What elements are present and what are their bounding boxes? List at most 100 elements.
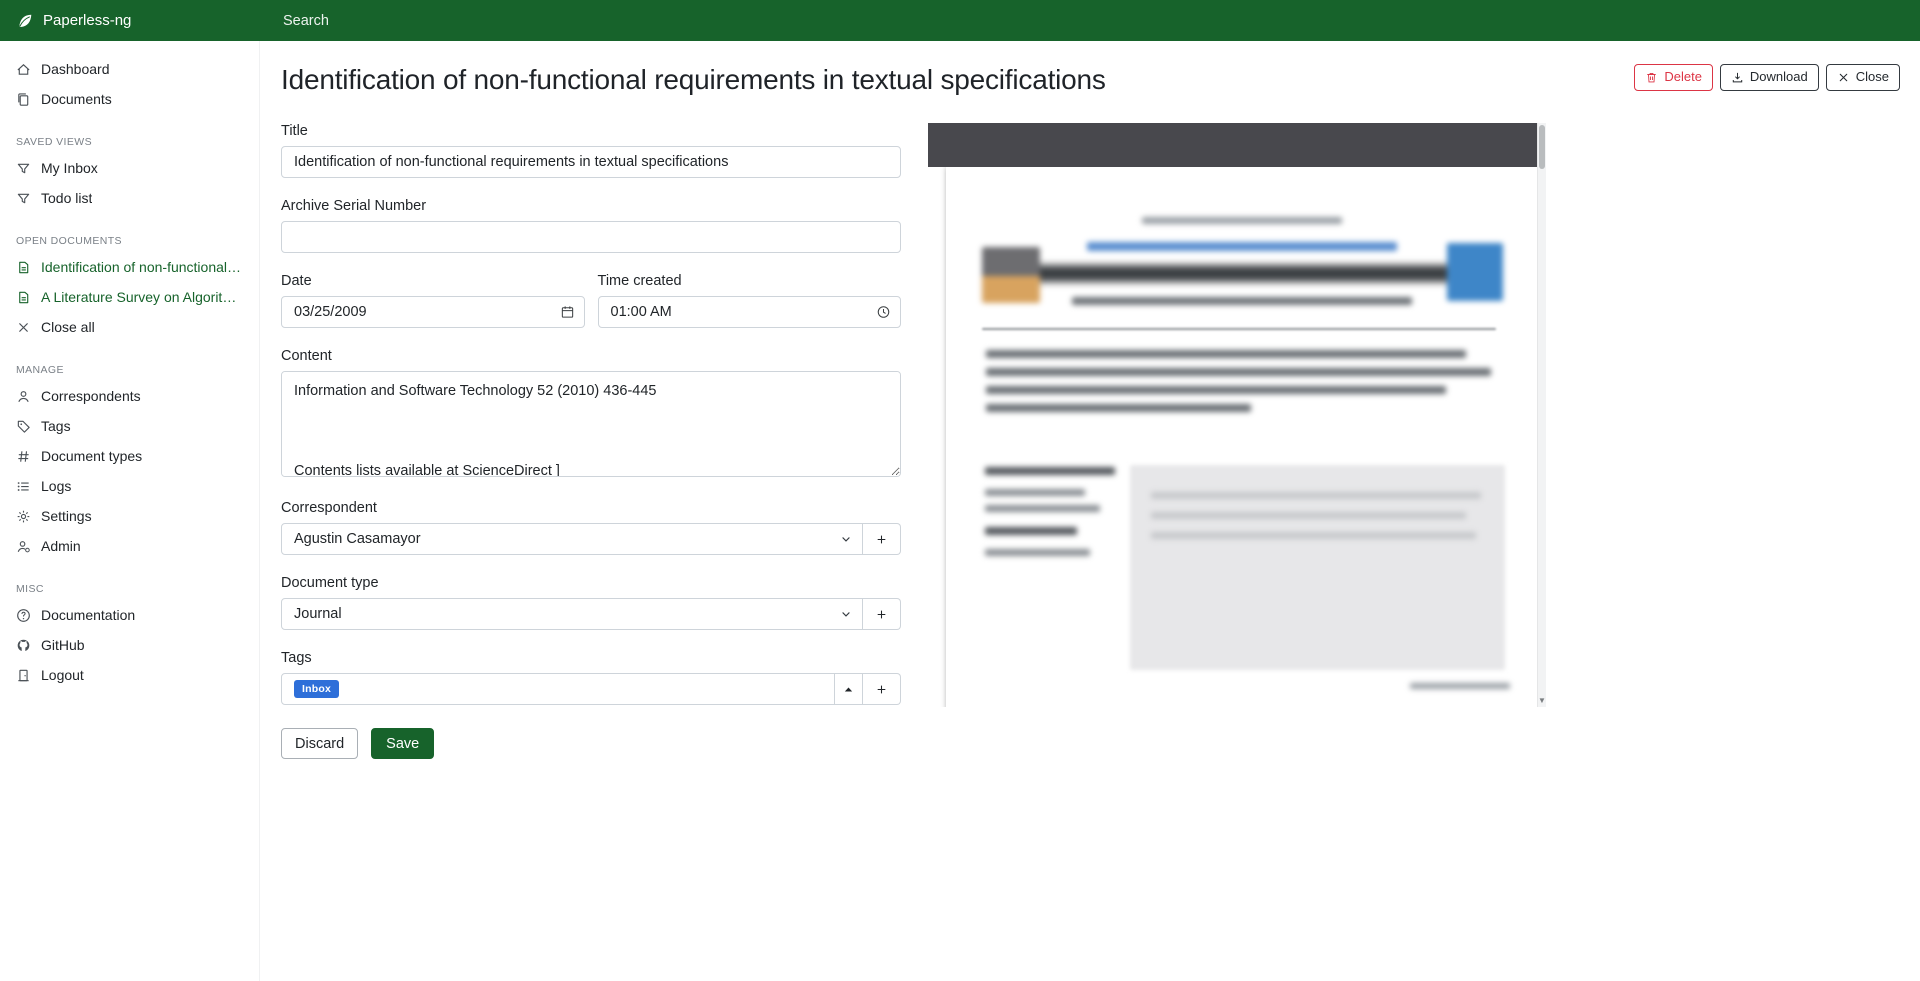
add-document-type-button[interactable]: [863, 598, 901, 630]
blurred-text-line: [1142, 217, 1342, 224]
x-icon: [16, 320, 31, 335]
person-gear-icon: [16, 539, 31, 554]
close-icon: [1837, 71, 1850, 84]
sidebar-item-dashboard[interactable]: Dashboard: [0, 54, 259, 84]
page-title: Identification of non-functional require…: [281, 64, 1106, 96]
archive-serial-number-input[interactable]: [281, 221, 901, 253]
close-button[interactable]: Close: [1826, 64, 1900, 91]
trash-icon: [1645, 71, 1658, 84]
funnel-icon: [16, 191, 31, 206]
global-search: [260, 12, 1920, 30]
blurred-journal-logo: [982, 247, 1040, 303]
sidebar-item-close-all[interactable]: Close all: [0, 312, 259, 342]
brand-name: Paperless-ng: [43, 12, 131, 29]
delete-button[interactable]: Delete: [1634, 64, 1713, 91]
tags-dropdown-toggle[interactable]: [835, 673, 863, 705]
sidebar-open-doc-2[interactable]: A Literature Survey on Algorithms for Mu…: [0, 282, 259, 312]
sidebar-open-doc-1[interactable]: Identification of non-functional require…: [0, 252, 259, 282]
blurred-text-line: [986, 386, 1446, 394]
tags-input[interactable]: Inbox: [281, 673, 835, 705]
hash-icon: [16, 449, 31, 464]
title-input[interactable]: [281, 146, 901, 178]
preview-scrollbar-thumb[interactable]: [1539, 125, 1545, 169]
blurred-text-line: [985, 549, 1090, 556]
correspondent-label: Correspondent: [281, 500, 901, 516]
blurred-publisher-logo: [1447, 243, 1503, 301]
blurred-text-line: [1151, 512, 1466, 519]
blurred-text-line: [986, 404, 1251, 412]
sidebar-item-logout[interactable]: Logout: [0, 660, 259, 690]
sidebar-item-my-inbox[interactable]: My Inbox: [0, 153, 259, 183]
chevron-down-icon: [840, 533, 852, 545]
sidebar-heading-misc: MISC: [16, 583, 243, 595]
sidebar-item-admin[interactable]: Admin: [0, 531, 259, 561]
discard-button[interactable]: Discard: [281, 728, 358, 759]
sidebar-item-documents[interactable]: Documents: [0, 84, 259, 114]
blurred-text-line: [1072, 297, 1412, 305]
time-created-input[interactable]: [598, 296, 902, 328]
blurred-link-line: [1087, 242, 1397, 251]
document-type-label: Document type: [281, 575, 901, 591]
plus-icon: [875, 683, 888, 696]
sidebar-item-todo-list[interactable]: Todo list: [0, 183, 259, 213]
pdf-page: [946, 167, 1537, 707]
blurred-divider: [982, 328, 1496, 330]
plus-icon: [875, 533, 888, 546]
blurred-text-line: [986, 350, 1466, 358]
preview-scrollbar[interactable]: ▼: [1537, 123, 1546, 707]
download-button[interactable]: Download: [1720, 64, 1819, 91]
blurred-text-line: [1151, 492, 1481, 499]
date-label: Date: [281, 273, 585, 289]
tag-chip-inbox[interactable]: Inbox: [294, 680, 339, 698]
sidebar-item-tags[interactable]: Tags: [0, 411, 259, 441]
content-textarea[interactable]: [281, 371, 901, 477]
sidebar-item-github[interactable]: GitHub: [0, 630, 259, 660]
blurred-text-line: [985, 527, 1077, 535]
plus-icon: [875, 608, 888, 621]
sidebar-item-settings[interactable]: Settings: [0, 501, 259, 531]
save-button[interactable]: Save: [371, 728, 434, 759]
search-input[interactable]: [281, 12, 701, 30]
file-text-icon: [16, 260, 31, 275]
door-icon: [16, 668, 31, 683]
sidebar-item-documentation[interactable]: Documentation: [0, 600, 259, 630]
time-created-label: Time created: [598, 273, 902, 289]
gear-icon: [16, 509, 31, 524]
blurred-paper-title: [1027, 265, 1457, 282]
download-icon: [1731, 71, 1744, 84]
add-tag-button[interactable]: [863, 673, 901, 705]
sidebar-heading-manage: MANAGE: [16, 364, 243, 376]
blurred-text-line: [1410, 683, 1510, 689]
list-icon: [16, 479, 31, 494]
top-navbar: Paperless-ng: [0, 0, 1920, 41]
documents-icon: [16, 92, 31, 107]
sidebar-heading-open-documents: OPEN DOCUMENTS: [16, 235, 243, 247]
main-content: Identification of non-functional require…: [260, 41, 1920, 981]
sidebar-item-correspondents[interactable]: Correspondents: [0, 381, 259, 411]
add-correspondent-button[interactable]: [863, 523, 901, 555]
title-label: Title: [281, 123, 901, 139]
person-icon: [16, 389, 31, 404]
tag-icon: [16, 419, 31, 434]
blurred-text-line: [985, 489, 1085, 496]
correspondent-select[interactable]: Agustin Casamayor: [281, 523, 863, 555]
pdf-viewer-toolbar: [928, 123, 1537, 167]
date-input[interactable]: [281, 296, 585, 328]
asn-label: Archive Serial Number: [281, 198, 901, 214]
house-icon: [16, 62, 31, 77]
sidebar-item-logs[interactable]: Logs: [0, 471, 259, 501]
sidebar-heading-saved-views: SAVED VIEWS: [16, 136, 243, 148]
caret-up-icon: [842, 683, 855, 696]
paperless-logo-icon: [16, 12, 34, 30]
file-text-icon: [16, 290, 31, 305]
document-type-select[interactable]: Journal: [281, 598, 863, 630]
question-circle-icon: [16, 608, 31, 623]
blurred-text-line: [986, 368, 1491, 376]
chevron-down-icon: [840, 608, 852, 620]
scrollbar-down-arrow[interactable]: ▼: [1538, 697, 1546, 705]
document-edit-form: Title Archive Serial Number Date: [281, 123, 901, 759]
brand-link[interactable]: Paperless-ng: [0, 12, 260, 30]
sidebar-item-document-types[interactable]: Document types: [0, 441, 259, 471]
funnel-icon: [16, 161, 31, 176]
sidebar: Dashboard Documents SAVED VIEWS My Inbox…: [0, 41, 260, 981]
